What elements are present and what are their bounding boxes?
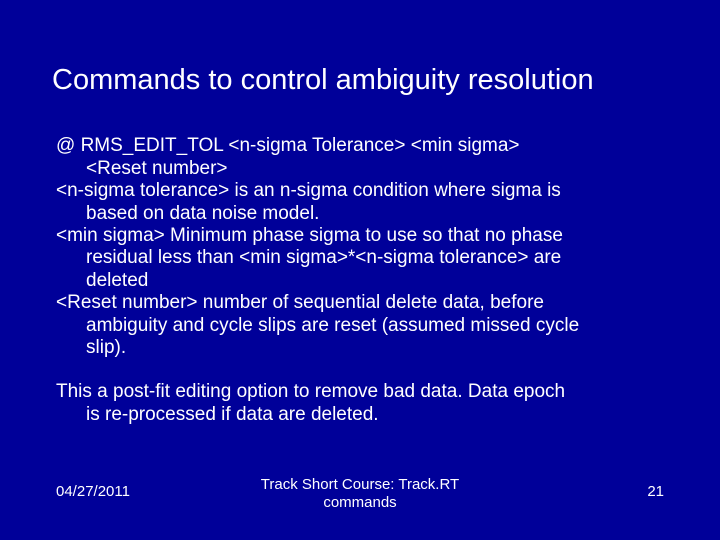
body-line: <Reset number> (56, 158, 664, 180)
body-line: based on data noise model. (56, 203, 664, 225)
slide: Commands to control ambiguity resolution… (0, 0, 720, 540)
body-line: This a post-fit editing option to remove… (56, 381, 664, 403)
body-line: slip). (56, 337, 664, 359)
body-line: deleted (56, 270, 664, 292)
body-line: <n-sigma tolerance> is an n-sigma condit… (56, 180, 664, 202)
footer-title: Track Short Course: Track.RT commands (0, 476, 720, 512)
body-line: ambiguity and cycle slips are reset (ass… (56, 315, 664, 337)
slide-body: @ RMS_EDIT_TOL <n-sigma Tolerance> <min … (0, 97, 720, 426)
body-line: is re-processed if data are deleted. (56, 404, 664, 426)
footer-title-line: commands (0, 494, 720, 512)
footer-page-number: 21 (647, 483, 664, 500)
body-line: <Reset number> number of sequential dele… (56, 292, 664, 314)
slide-title: Commands to control ambiguity resolution (0, 0, 720, 97)
body-line: <min sigma> Minimum phase sigma to use s… (56, 225, 664, 247)
spacer (56, 359, 664, 381)
body-line: @ RMS_EDIT_TOL <n-sigma Tolerance> <min … (56, 135, 664, 157)
body-line: residual less than <min sigma>*<n-sigma … (56, 247, 664, 269)
footer-title-line: Track Short Course: Track.RT (0, 476, 720, 494)
